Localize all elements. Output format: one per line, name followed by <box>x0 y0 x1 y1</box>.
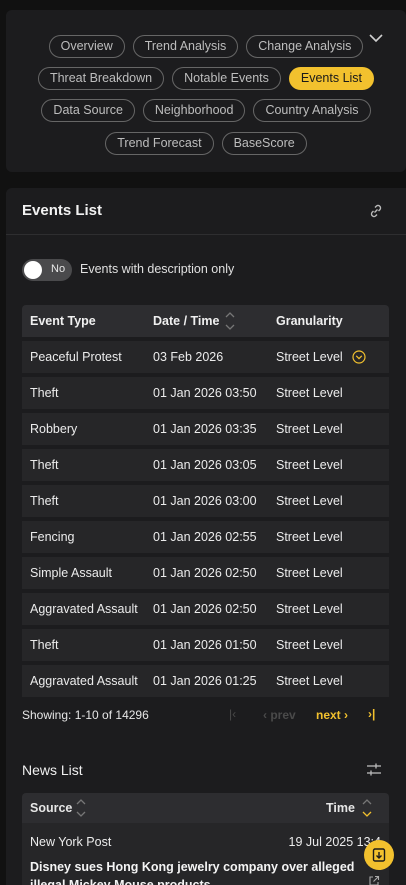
sort-icon[interactable] <box>225 310 235 332</box>
table-row[interactable]: Aggravated Assault 01 Jan 2026 01:25 Stree… <box>22 665 389 697</box>
table-row[interactable]: Fencing 01 Jan 2026 02:55 Street Level <box>22 521 389 553</box>
cell-granularity: Street Level <box>276 530 343 544</box>
cell-date-time: 01 Jan 2026 02:55 <box>153 530 257 544</box>
filter-sliders-icon[interactable] <box>366 762 382 778</box>
cell-granularity: Street Level <box>276 602 343 616</box>
cell-date-time: 01 Jan 2026 03:05 <box>153 458 257 472</box>
table-row[interactable]: Theft 01 Jan 2026 03:00 Street Level <box>22 485 389 517</box>
cell-event-type: Robbery <box>30 422 78 436</box>
table-header: Event Type Date / Time Granularity <box>22 305 389 337</box>
sort-icon[interactable] <box>76 797 86 819</box>
chip-trend-analysis[interactable]: Trend Analysis <box>132 35 239 58</box>
external-link-icon[interactable] <box>368 875 380 885</box>
chip-change-analysis[interactable]: Change Analysis <box>246 35 364 58</box>
cell-event-type: Theft <box>30 638 59 652</box>
chip-threat-breakdown[interactable]: Threat Breakdown <box>37 67 165 90</box>
chip-notable-events[interactable]: Notable Events <box>172 67 281 90</box>
cell-event-type: Theft <box>30 494 59 508</box>
cell-date-time: 01 Jan 2026 01:25 <box>153 674 257 688</box>
cell-granularity: Street Level <box>276 458 343 472</box>
cell-event-type: Fencing <box>30 530 75 544</box>
card-title: Events List <box>22 202 103 219</box>
section-nav-card: Overview Trend Analysis Change Analysis … <box>6 10 406 172</box>
cell-date-time: 01 Jan 2026 03:00 <box>153 494 257 508</box>
chip-row-1: Overview Trend Analysis Change Analysis <box>6 35 406 58</box>
table-row[interactable]: Aggravated Assault 01 Jan 2026 02:50 Stree… <box>22 593 389 625</box>
pagination: Showing: 1-10 of 14296 |‹ ‹ prev next › … <box>22 707 389 728</box>
column-date-time[interactable]: Date / Time <box>153 314 219 328</box>
news-item[interactable]: New York Post 19 Jul 2025 13:4 Disney su… <box>22 823 389 885</box>
chip-data-source[interactable]: Data Source <box>41 99 135 122</box>
cell-event-type: Theft <box>30 386 59 400</box>
table-row[interactable]: Theft 01 Jan 2026 03:50 Street Level <box>22 377 389 409</box>
chip-events-list[interactable]: Events List <box>288 67 375 90</box>
cell-event-type: Aggravated Assault <box>30 602 138 616</box>
toggle-label: Events with description only <box>80 262 235 276</box>
cell-granularity: Street Level <box>276 674 343 688</box>
table-row[interactable]: Simple Assault 01 Jan 2026 02:50 Street Le… <box>22 557 389 589</box>
chip-country-analysis[interactable]: Country Analysis <box>253 99 371 122</box>
cell-granularity: Street Level <box>276 638 343 652</box>
description-filter-toggle[interactable]: No <box>22 259 72 281</box>
news-source: New York Post <box>30 835 112 849</box>
cell-date-time: 01 Jan 2026 02:50 <box>153 602 257 616</box>
cell-event-type: Aggravated Assault <box>30 674 138 688</box>
news-table-header: Source Time <box>22 793 389 823</box>
chip-basescore[interactable]: BaseScore <box>221 132 307 155</box>
chip-row-2: Threat Breakdown Notable Events Events L… <box>6 67 406 90</box>
cell-granularity: Street Level <box>276 566 343 580</box>
cell-date-time: 01 Jan 2026 01:50 <box>153 638 257 652</box>
link-icon[interactable] <box>368 203 384 219</box>
cell-date-time: 01 Jan 2026 03:50 <box>153 386 257 400</box>
cell-event-type: Simple Assault <box>30 566 112 580</box>
cell-date-time: 01 Jan 2026 03:35 <box>153 422 257 436</box>
first-page-button[interactable]: |‹ <box>229 707 236 721</box>
pagination-info: Showing: 1-10 of 14296 <box>22 708 149 722</box>
section-events-list: Events List No Events with description o… <box>6 188 406 885</box>
cell-date-time: 01 Jan 2026 02:50 <box>153 566 257 580</box>
chevron-down-icon[interactable] <box>368 30 384 46</box>
chip-trend-forecast[interactable]: Trend Forecast <box>105 132 214 155</box>
prev-page-button[interactable]: ‹ prev <box>263 708 296 722</box>
toggle-state-label: No <box>51 263 66 275</box>
expand-chevron-icon[interactable] <box>352 350 366 364</box>
table-row[interactable]: Theft 01 Jan 2026 03:05 Street Level <box>22 449 389 481</box>
download-button[interactable] <box>364 840 394 870</box>
column-event-type: Event Type <box>30 314 96 328</box>
news-headline[interactable]: Disney sues Hong Kong jewelry company ov… <box>30 858 360 885</box>
chip-row-4: Trend Forecast BaseScore <box>6 132 406 155</box>
table-row[interactable]: Theft 01 Jan 2026 01:50 Street Level <box>22 629 389 661</box>
cell-granularity: Street Level <box>276 350 343 364</box>
cell-granularity: Street Level <box>276 422 343 436</box>
cell-granularity: Street Level <box>276 386 343 400</box>
table-row[interactable]: Peaceful Protest 03 Feb 2026 Street Level <box>22 341 389 373</box>
cell-granularity: Street Level <box>276 494 343 508</box>
events-table: Event Type Date / Time Granularity Peace… <box>22 305 389 697</box>
next-page-button[interactable]: next › <box>316 708 348 722</box>
table-row[interactable]: Robbery 01 Jan 2026 03:35 Street Level <box>22 413 389 445</box>
news-list-title: News List <box>22 762 83 778</box>
chip-neighborhood[interactable]: Neighborhood <box>142 99 246 122</box>
download-icon <box>372 848 386 862</box>
column-time[interactable]: Time <box>326 801 355 815</box>
divider <box>6 234 406 235</box>
column-granularity: Granularity <box>276 314 343 328</box>
column-source[interactable]: Source <box>30 801 72 815</box>
chip-row-3: Data Source Neighborhood Country Analysi… <box>6 99 406 122</box>
sort-desc-icon[interactable] <box>362 797 372 819</box>
last-page-button[interactable]: ›| <box>368 707 375 721</box>
toggle-knob <box>24 261 42 279</box>
cell-event-type: Theft <box>30 458 59 472</box>
cell-event-type: Peaceful Protest <box>30 350 122 364</box>
chip-overview[interactable]: Overview <box>48 35 125 58</box>
cell-date-time: 03 Feb 2026 <box>153 350 224 364</box>
